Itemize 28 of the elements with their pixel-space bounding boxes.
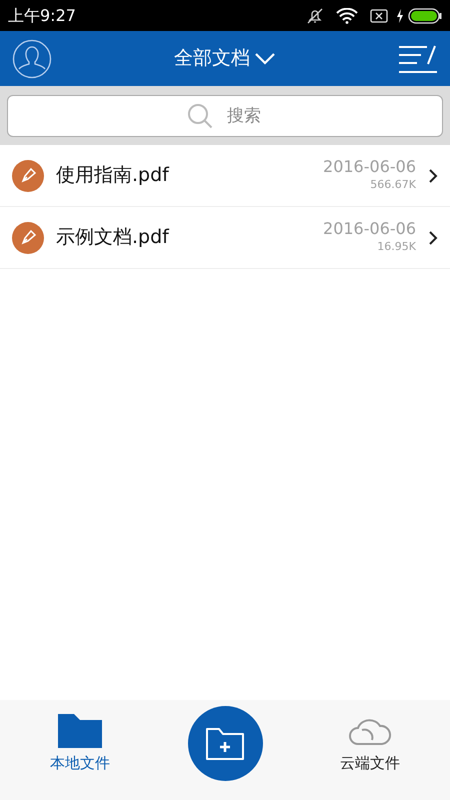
status-time: 上午9:27 [8, 4, 76, 26]
file-size: 566.67K [370, 177, 416, 194]
file-size: 16.95K [377, 239, 416, 256]
search-field[interactable]: 搜索 [7, 94, 443, 136]
pen-nib-icon [12, 222, 44, 254]
edit-list-icon[interactable] [398, 44, 438, 74]
battery-icon [408, 8, 442, 24]
wifi-icon [336, 8, 358, 24]
file-date: 2016-06-06 [323, 157, 416, 178]
chevron-down-icon [254, 52, 276, 66]
user-avatar-icon[interactable] [12, 38, 52, 78]
file-date: 2016-06-06 [323, 219, 416, 240]
search-icon [187, 102, 213, 128]
title-dropdown[interactable]: 全部文档 [174, 44, 276, 73]
sim-icon [370, 8, 388, 22]
nav-tab[interactable]: 本地文件 [50, 706, 110, 774]
chevron-right-icon [428, 230, 438, 246]
charging-icon [396, 8, 404, 22]
chevron-right-icon [428, 168, 438, 184]
folder-plus-icon [205, 726, 245, 760]
file-row[interactable]: 使用指南.pdf 2016-06-06 566.67K [0, 145, 450, 207]
file-name: 示例文档.pdf [56, 225, 170, 250]
file-name: 使用指南.pdf [56, 163, 170, 188]
pen-nib-icon [12, 160, 44, 192]
nav-tab[interactable]: 云端文件 [340, 706, 400, 774]
folder-icon [58, 714, 102, 748]
bell-off-icon [306, 6, 324, 24]
file-row[interactable]: 示例文档.pdf 2016-06-06 16.95K [0, 207, 450, 269]
